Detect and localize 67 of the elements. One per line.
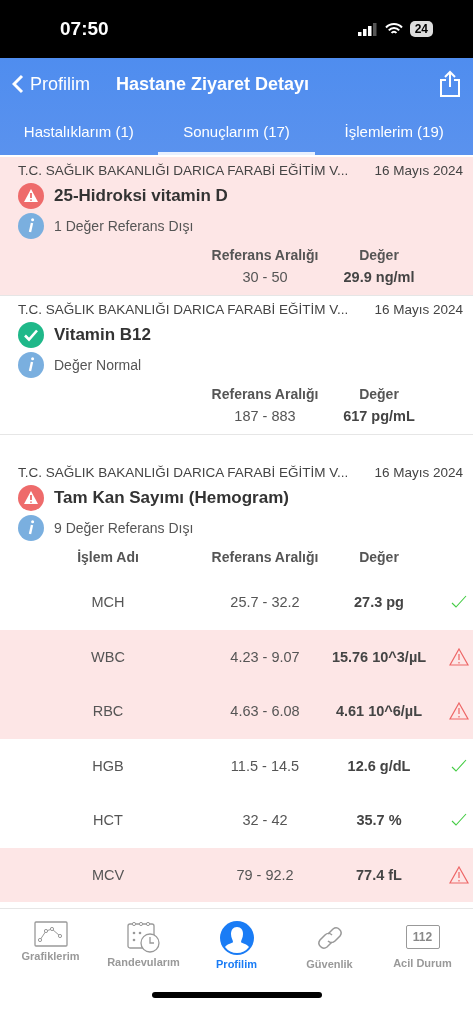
result-value: 35.7 % [355, 811, 403, 831]
tab[interactable]: Hastalıklarım (1) [0, 110, 158, 155]
tab-bar-item[interactable]: Grafiklerim [5, 921, 96, 970]
tab[interactable]: İşlemlerim (19) [315, 110, 473, 155]
warning-icon [448, 702, 469, 721]
reference-range: 32 - 42 [241, 811, 289, 831]
reference-range: 4.63 - 6.08 [229, 702, 301, 722]
reference-range: 79 - 92.2 [235, 865, 295, 885]
result-date: 16 Mayıs 2024 [374, 302, 463, 317]
result-value: 27.3 pg [353, 593, 405, 613]
reference-range: 11.5 - 14.5 [229, 756, 301, 776]
tab-bar-item[interactable]: Profilim [191, 921, 282, 970]
hospital-name: T.C. SAĞLIK BAKANLIĞI DARICA FARABİ EĞİTİM V... [18, 163, 349, 178]
calendar-clock-icon [126, 921, 161, 953]
test-name: WBC [90, 647, 126, 667]
result-card[interactable]: T.C. SAĞLIK BAKANLIĞI DARICA FARABİ EĞİTİM V... 16 Mayıs 2024 Vitamin B12 Değer Normal Referans Aralığı Değer 187 - 883 617 pg/mL [0, 296, 473, 435]
result-value: 617 pg/mL [342, 407, 416, 426]
result-card[interactable]: T.C. SAĞLIK BAKANLIĞI DARICA FARABİ EĞİTİM V... 16 Mayıs 2024 25-Hidroksi vitamin D 1 Değer Referans Dışı Referans Aralığı Değer 30 - 50 29.9 ng/ml [0, 157, 473, 296]
info-icon [18, 213, 44, 239]
result-value: 29.9 ng/ml [342, 268, 416, 287]
chart-icon [33, 921, 68, 947]
check-icon [18, 322, 44, 348]
check-icon [450, 813, 467, 828]
test-title: 25-Hidroksi vitamin D [54, 186, 228, 206]
tab-bar-item[interactable]: 112 Acil Durum [377, 921, 468, 970]
clock: 07:50 [60, 18, 109, 40]
emergency-number-icon: 112 [405, 925, 440, 949]
reference-range: 4.23 - 9.07 [229, 647, 301, 667]
wifi-icon [384, 22, 403, 36]
test-name: RBC [91, 702, 125, 722]
reference-range: 187 - 883 [233, 407, 297, 426]
info-text: 1 Değer Referans Dışı [54, 218, 194, 234]
test-name: HCT [92, 811, 124, 831]
screen-title: Hastane Ziyaret Detayı [116, 73, 311, 95]
check-icon [450, 595, 467, 610]
reference-range: 30 - 50 [241, 268, 289, 287]
info-text: Değer Normal [54, 357, 142, 373]
test-name: MCV [90, 865, 126, 885]
warning-icon [18, 183, 44, 209]
result-value: 15.76 10^3/µL [330, 647, 428, 667]
back-button[interactable]: Profilim [12, 73, 90, 95]
tab-bar-item[interactable]: Güvenlik [284, 921, 375, 970]
result-value: 77.4 fL [355, 865, 403, 885]
result-date: 16 Mayıs 2024 [374, 163, 463, 178]
test-name: MCH [90, 593, 126, 613]
info-text: 9 Değer Referans Dışı [54, 520, 194, 536]
info-icon [18, 352, 44, 378]
warning-icon [448, 647, 469, 666]
check-icon [450, 758, 467, 773]
warning-icon [448, 865, 469, 884]
test-title: Tam Kan Sayımı (Hemogram) [54, 488, 289, 508]
result-value: 4.61 10^6/µL [334, 702, 424, 722]
signal-icon [357, 22, 378, 36]
test-name: HGB [91, 756, 125, 776]
share-icon[interactable] [439, 70, 461, 98]
test-title: Vitamin B12 [54, 325, 151, 345]
result-value: 12.6 g/dL [346, 756, 412, 776]
chevron-left-icon [12, 74, 24, 94]
hospital-name: T.C. SAĞLIK BAKANLIĞI DARICA FARABİ EĞİTİM V... [18, 465, 349, 480]
battery-level: 24 [409, 21, 433, 37]
result-date: 16 Mayıs 2024 [374, 465, 463, 480]
info-icon [18, 515, 44, 541]
hospital-name: T.C. SAĞLIK BAKANLIĞI DARICA FARABİ EĞİTİM V... [18, 302, 349, 317]
reference-range: 25.7 - 32.2 [229, 593, 301, 613]
warning-icon [18, 485, 44, 511]
person-icon [219, 921, 254, 955]
tab-bar-item[interactable]: Randevularım [98, 921, 189, 970]
